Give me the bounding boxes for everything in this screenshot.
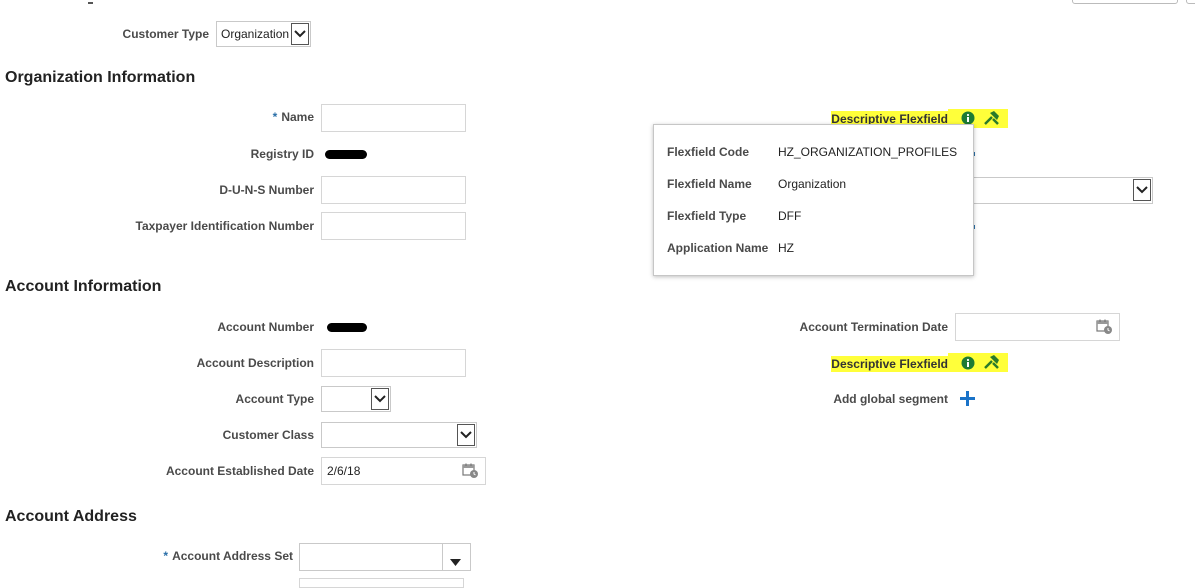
customer-type-value: Organization <box>221 27 290 41</box>
add-global-segment-label: Add global segment <box>833 392 948 406</box>
name-label-text: Name <box>281 110 314 124</box>
chevron-down-icon[interactable] <box>1133 179 1151 201</box>
top-action-button-2[interactable] <box>1186 0 1195 4</box>
customer-class-select[interactable] <box>321 422 477 448</box>
popup-key: Flexfield Name <box>667 177 752 191</box>
account-established-date-input[interactable]: 2/6/18 <box>321 457 486 485</box>
popup-key: Flexfield Type <box>667 209 747 223</box>
account-address-set-label-text: Account Address Set <box>172 549 293 563</box>
duns-number-input[interactable] <box>321 176 466 204</box>
customer-type-select[interactable]: Organization <box>216 21 311 47</box>
account-termination-date-label: Account Termination Date <box>799 320 948 334</box>
calendar-icon[interactable] <box>462 463 479 484</box>
popup-value: HZ_ORGANIZATION_PROFILES <box>778 145 958 159</box>
duns-number-label: D-U-N-S Number <box>219 183 314 197</box>
top-action-button[interactable] <box>1072 0 1178 4</box>
account-description-label: Account Description <box>196 356 314 370</box>
caret-down-icon[interactable] <box>450 553 461 571</box>
popup-value: Organization <box>778 177 847 191</box>
flexfield-info-popup: Flexfield Code HZ_ORGANIZATION_PROFILES … <box>653 124 974 276</box>
account-description-input[interactable] <box>321 349 466 377</box>
taxpayer-id-input[interactable] <box>321 212 466 240</box>
required-indicator: * <box>163 549 169 563</box>
tools-icon[interactable] <box>983 354 1000 375</box>
info-icon[interactable] <box>961 356 975 375</box>
account-section-title: Account Information <box>5 278 162 295</box>
name-label: * Name <box>273 110 314 124</box>
popup-key: Application Name <box>667 241 769 255</box>
registry-id-label: Registry ID <box>250 147 314 161</box>
account-termination-date-input[interactable] <box>955 313 1120 341</box>
next-field-input[interactable] <box>299 578 464 588</box>
chevron-down-icon[interactable] <box>291 23 309 45</box>
taxpayer-id-label: Taxpayer Identification Number <box>135 219 314 233</box>
chevron-down-icon[interactable] <box>371 388 389 410</box>
chevron-down-icon[interactable] <box>457 424 475 446</box>
account-number-label: Account Number <box>217 320 314 334</box>
name-input[interactable] <box>321 104 466 132</box>
popup-key: Flexfield Code <box>667 145 750 159</box>
required-indicator: * <box>272 110 278 124</box>
address-section-title: Account Address <box>5 508 137 525</box>
calendar-icon[interactable] <box>1096 319 1113 340</box>
plus-icon[interactable] <box>960 391 975 411</box>
account-address-set-select[interactable] <box>299 543 471 571</box>
org-hidden-select[interactable] <box>970 177 1153 204</box>
tools-icon[interactable] <box>983 110 1000 131</box>
top-partial-mark <box>88 0 93 4</box>
account-type-label: Account Type <box>235 392 314 406</box>
account-established-date-value: 2/6/18 <box>327 464 361 478</box>
account-type-select[interactable] <box>321 386 391 412</box>
popup-value: DFF <box>778 209 802 223</box>
redacted-account-number <box>327 323 367 332</box>
redacted-registry-id <box>325 150 367 159</box>
account-flexfield-label: Descriptive Flexfield <box>831 356 948 372</box>
select-divider <box>442 544 443 570</box>
customer-type-label: Customer Type <box>122 27 209 41</box>
org-section-title: Organization Information <box>5 69 196 86</box>
popup-value: HZ <box>778 241 794 255</box>
customer-class-label: Customer Class <box>222 428 314 442</box>
account-address-set-label: * Account Address Set <box>163 549 293 563</box>
account-established-date-label: Account Established Date <box>165 464 314 478</box>
